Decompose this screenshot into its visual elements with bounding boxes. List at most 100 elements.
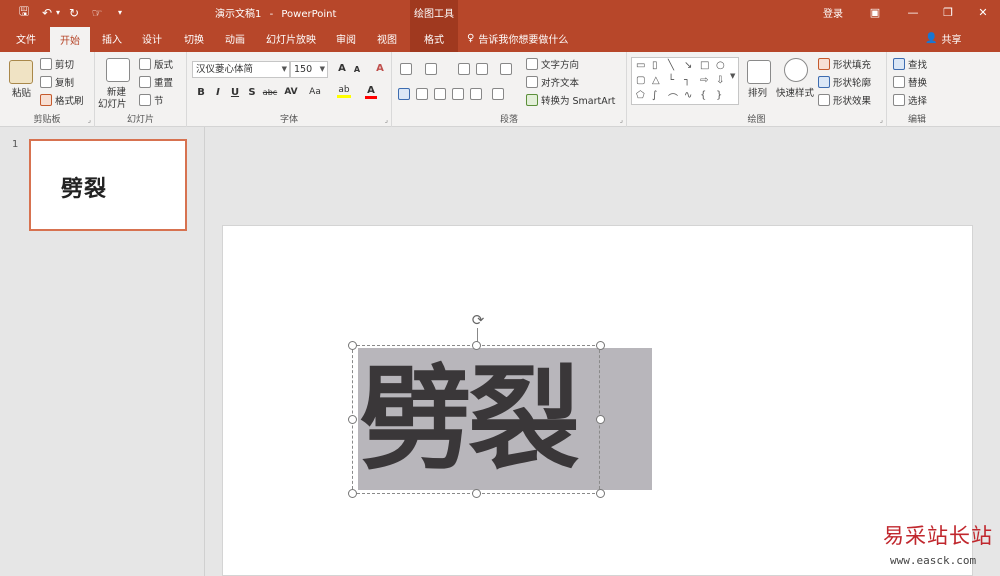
tab-format[interactable]: 格式 — [410, 25, 458, 52]
resize-handle-bottom-left[interactable] — [348, 489, 357, 498]
resize-handle-top[interactable] — [472, 341, 481, 350]
tab-animations[interactable]: 动画 — [217, 25, 253, 52]
arrange-icon[interactable] — [747, 60, 771, 84]
tab-slideshow[interactable]: 幻灯片放映 — [260, 25, 322, 52]
font-color-button[interactable]: A — [365, 85, 377, 99]
numbering-icon[interactable] — [425, 63, 437, 75]
drawing-launcher-icon[interactable]: ⌟ — [880, 116, 883, 124]
resize-handle-left[interactable] — [348, 415, 357, 424]
clipboard-launcher-icon[interactable]: ⌟ — [88, 116, 91, 124]
resize-handle-right[interactable] — [596, 415, 605, 424]
decrease-indent-icon[interactable] — [458, 63, 470, 75]
resize-handle-bottom[interactable] — [472, 489, 481, 498]
oval-shape-icon[interactable]: ○ — [716, 60, 725, 71]
line-spacing-icon[interactable] — [500, 63, 512, 75]
down-arrow-shape-icon[interactable]: ⇩ — [716, 75, 724, 86]
arrow-line-shape-icon[interactable]: ↘ — [684, 60, 692, 71]
replace-button[interactable]: 替换 — [893, 75, 927, 89]
tab-design[interactable]: 设计 — [134, 25, 170, 52]
grow-font-icon[interactable]: A — [335, 63, 349, 74]
section-button[interactable]: 节 — [139, 93, 164, 107]
paste-button[interactable]: 粘贴 — [12, 85, 31, 99]
elbow-connector-shape-icon[interactable]: ┐ — [684, 75, 690, 86]
touch-mode-icon[interactable]: ☞ — [88, 4, 106, 21]
text-direction-button[interactable]: 文字方向 — [526, 57, 579, 71]
shape-effects-button[interactable]: 形状效果 — [818, 93, 871, 107]
minimize-icon[interactable]: — — [898, 0, 928, 25]
paste-icon[interactable] — [9, 60, 33, 84]
increase-indent-icon[interactable] — [476, 63, 488, 75]
align-text-button[interactable]: 对齐文本 — [526, 75, 579, 89]
tell-me-search[interactable]: ♀ 告诉我你想要做什么 — [467, 25, 568, 52]
wave-shape-icon[interactable]: ∿ — [684, 90, 692, 101]
undo-dropdown-icon[interactable]: ▾ — [53, 4, 63, 21]
underline-button[interactable]: U — [228, 87, 242, 98]
rotate-handle-icon[interactable]: ⟳ — [469, 311, 487, 329]
rectangle-shape-icon[interactable]: □ — [700, 60, 709, 71]
font-launcher-icon[interactable]: ⌟ — [385, 116, 388, 124]
convert-smartart-button[interactable]: 转换为 SmartArt — [526, 93, 615, 107]
quick-styles-icon[interactable] — [784, 58, 808, 82]
shape-fill-button[interactable]: 形状填充 — [818, 57, 871, 71]
tab-file[interactable]: 文件 — [8, 25, 44, 52]
share-button[interactable]: 👤 共享 — [925, 25, 961, 52]
copy-button[interactable]: 复制 — [40, 75, 74, 89]
bullets-icon[interactable] — [400, 63, 412, 75]
left-brace-shape-icon[interactable]: { — [700, 90, 706, 101]
resize-handle-bottom-right[interactable] — [596, 489, 605, 498]
reset-button[interactable]: 重置 — [139, 75, 173, 89]
triangle-shape-icon[interactable]: △ — [652, 75, 660, 86]
tab-insert[interactable]: 插入 — [94, 25, 130, 52]
font-size-select[interactable]: 150 ▼ — [290, 61, 328, 78]
close-icon[interactable]: ✕ — [968, 0, 998, 25]
redo-icon[interactable]: ↻ — [65, 4, 83, 21]
vertical-textbox-shape-icon[interactable]: ▯ — [652, 60, 658, 71]
tab-review[interactable]: 审阅 — [328, 25, 364, 52]
arrange-button[interactable]: 排列 — [748, 85, 767, 99]
line-shape-icon[interactable]: ╲ — [668, 60, 674, 71]
connector-shape-icon[interactable]: └ — [668, 75, 674, 86]
ribbon-display-options-icon[interactable]: ▣ — [860, 0, 890, 25]
shape-outline-button[interactable]: 形状轮廓 — [818, 75, 871, 89]
tab-home[interactable]: 开始 — [50, 25, 90, 52]
right-arrow-shape-icon[interactable]: ⇨ — [700, 75, 708, 86]
right-brace-shape-icon[interactable]: } — [716, 90, 722, 101]
customize-quick-access-icon[interactable]: ▾ — [111, 4, 129, 21]
select-button[interactable]: 选择 — [893, 93, 927, 107]
change-case-button[interactable]: Aa — [306, 87, 324, 97]
shrink-font-icon[interactable]: A — [350, 65, 364, 74]
tab-transitions[interactable]: 切换 — [176, 25, 212, 52]
quick-styles-button[interactable]: 快速样式 — [776, 85, 814, 99]
layout-button[interactable]: 版式 — [139, 57, 173, 71]
justify-icon[interactable] — [452, 88, 464, 100]
cut-button[interactable]: 剪切 — [40, 57, 74, 71]
columns-icon[interactable] — [492, 88, 504, 100]
tab-view[interactable]: 视图 — [369, 25, 405, 52]
save-icon[interactable]: 🖫 — [15, 4, 33, 21]
format-painter-button[interactable]: 格式刷 — [40, 93, 84, 107]
clear-formatting-icon[interactable]: A — [373, 63, 387, 74]
login-link[interactable]: 登录 — [823, 5, 843, 20]
resize-handle-top-left[interactable] — [348, 341, 357, 350]
align-right-icon[interactable] — [434, 88, 446, 100]
pentagon-shape-icon[interactable]: ⬠ — [636, 90, 645, 101]
italic-button[interactable]: I — [211, 87, 225, 98]
shapes-gallery[interactable]: ▭ ▯ ╲ ↘ □ ○ ▢ △ └ ┐ ⇨ ⇩ ⬠ ∫ ⌒ ∿ { } ▼ — [631, 57, 739, 105]
new-slide-icon[interactable] — [106, 58, 130, 82]
restore-icon[interactable]: ❐ — [933, 0, 963, 25]
resize-handle-top-right[interactable] — [596, 341, 605, 350]
font-family-select[interactable]: 汉仪菱心体简 ▼ — [192, 61, 290, 78]
character-spacing-button[interactable]: AV — [282, 87, 300, 97]
shadow-button[interactable]: S — [245, 87, 259, 98]
rounded-rect-shape-icon[interactable]: ▢ — [636, 75, 645, 86]
align-left-icon[interactable] — [398, 88, 410, 100]
distributed-icon[interactable] — [470, 88, 482, 100]
strikethrough-button[interactable]: abc — [261, 88, 279, 97]
gallery-more-icon[interactable]: ▼ — [730, 72, 735, 80]
find-button[interactable]: 查找 — [893, 57, 927, 71]
freeform-shape-icon[interactable]: ∫ — [652, 90, 657, 101]
new-slide-label-2[interactable]: 幻灯片 — [98, 96, 127, 110]
slide-thumbnail-1[interactable]: 劈裂 — [29, 139, 187, 231]
textbox-shape-icon[interactable]: ▭ — [636, 60, 645, 71]
align-center-icon[interactable] — [416, 88, 428, 100]
